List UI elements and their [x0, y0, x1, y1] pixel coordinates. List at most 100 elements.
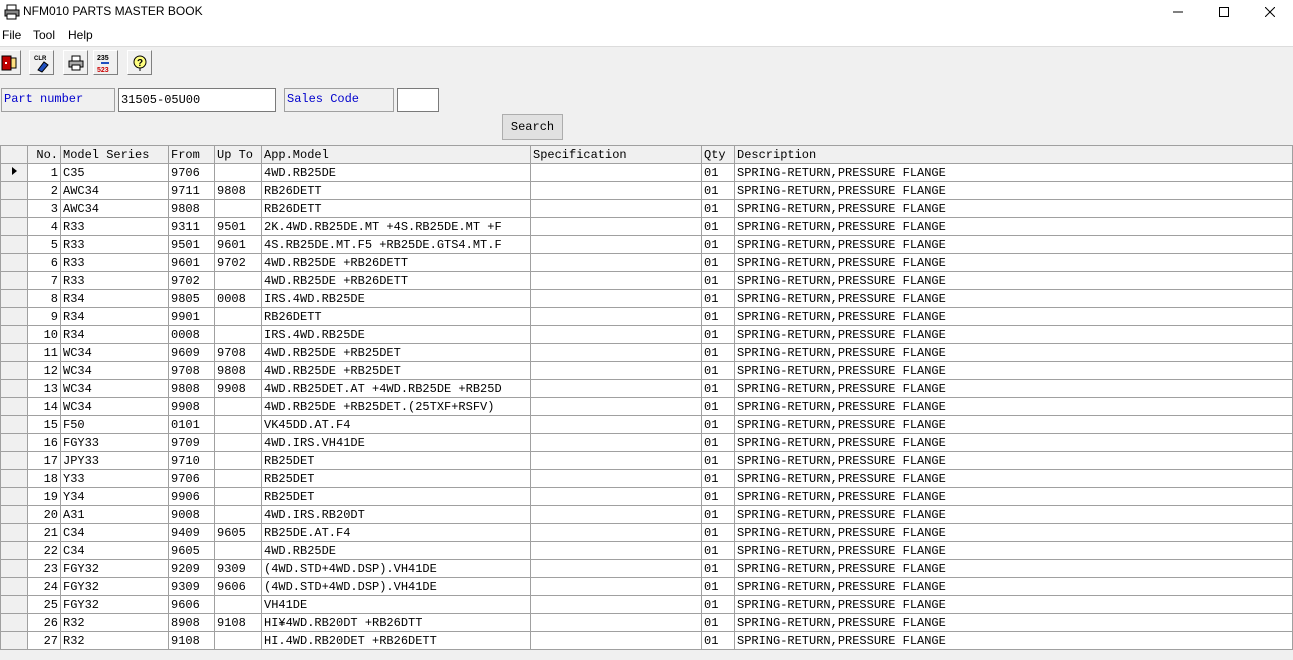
- col-from-cell[interactable]: 9309: [168, 577, 215, 596]
- col-qty-cell[interactable]: 01: [701, 451, 735, 470]
- col-description-cell[interactable]: SPRING-RETURN,PRESSURE FLANGE: [734, 559, 1293, 578]
- col-specification-cell[interactable]: [530, 343, 702, 362]
- col-from-cell[interactable]: 9706: [168, 469, 215, 488]
- col-up-to-cell[interactable]: 9908: [214, 379, 262, 398]
- clear-button[interactable]: CLR: [29, 50, 54, 75]
- col-specification-cell[interactable]: [530, 469, 702, 488]
- col-app-model-cell[interactable]: 4WD.RB25DE +RB25DET: [261, 343, 531, 362]
- col-description-cell[interactable]: SPRING-RETURN,PRESSURE FLANGE: [734, 613, 1293, 632]
- col-description-cell[interactable]: SPRING-RETURN,PRESSURE FLANGE: [734, 487, 1293, 506]
- col-specification-cell[interactable]: [530, 559, 702, 578]
- table-row[interactable]: 23 FGY32 9209 9309 (4WD.STD+4WD.DSP).VH41DE 0…: [0, 559, 1293, 578]
- col-app-model-cell[interactable]: RB26DETT: [261, 199, 531, 218]
- col-description-cell[interactable]: SPRING-RETURN,PRESSURE FLANGE: [734, 379, 1293, 398]
- col-up-to-cell[interactable]: [214, 163, 262, 182]
- col-no-cell[interactable]: 11: [27, 343, 61, 362]
- col-specification-cell[interactable]: [530, 523, 702, 542]
- col-specification-cell[interactable]: [530, 271, 702, 290]
- col-description-cell[interactable]: SPRING-RETURN,PRESSURE FLANGE: [734, 307, 1293, 326]
- col-from-cell[interactable]: 9711: [168, 181, 215, 200]
- col-from-cell[interactable]: 9808: [168, 199, 215, 218]
- col-description-cell[interactable]: SPRING-RETURN,PRESSURE FLANGE: [734, 595, 1293, 614]
- col-description-cell[interactable]: SPRING-RETURN,PRESSURE FLANGE: [734, 253, 1293, 272]
- col-from-cell[interactable]: 9706: [168, 163, 215, 182]
- table-row[interactable]: 6 R33 9601 9702 4WD.RB25DE +RB26DETT 01 SPRING…: [0, 253, 1293, 272]
- col-description-cell[interactable]: SPRING-RETURN,PRESSURE FLANGE: [734, 289, 1293, 308]
- col-qty-cell[interactable]: 01: [701, 469, 735, 488]
- col-app-model-cell[interactable]: 4S.RB25DE.MT.F5 +RB25DE.GTS4.MT.F: [261, 235, 531, 254]
- col-no-cell[interactable]: 26: [27, 613, 61, 632]
- col-up-to-cell[interactable]: 9708: [214, 343, 262, 362]
- row-selector[interactable]: [0, 613, 28, 632]
- row-selector[interactable]: [0, 217, 28, 236]
- col-specification-cell[interactable]: [530, 307, 702, 326]
- col-specification-cell[interactable]: [530, 397, 702, 416]
- col-qty-cell[interactable]: 01: [701, 577, 735, 596]
- col-no-cell[interactable]: 12: [27, 361, 61, 380]
- col-description-cell[interactable]: SPRING-RETURN,PRESSURE FLANGE: [734, 325, 1293, 344]
- col-model-series-cell[interactable]: FGY32: [60, 577, 169, 596]
- col-specification-cell[interactable]: [530, 235, 702, 254]
- row-selector[interactable]: [0, 163, 28, 182]
- col-app-model-cell[interactable]: RB26DETT: [261, 181, 531, 200]
- row-selector[interactable]: [0, 271, 28, 290]
- col-app-model-cell[interactable]: 4WD.RB25DE +RB25DET.(25TXF+RSFV): [261, 397, 531, 416]
- col-model-series-header[interactable]: Model Series: [60, 145, 169, 164]
- col-specification-cell[interactable]: [530, 613, 702, 632]
- exit-button[interactable]: [0, 50, 21, 75]
- col-from-cell[interactable]: 9708: [168, 361, 215, 380]
- col-from-cell[interactable]: 9906: [168, 487, 215, 506]
- col-from-cell[interactable]: 9209: [168, 559, 215, 578]
- col-model-series-cell[interactable]: R33: [60, 217, 169, 236]
- col-app-model-cell[interactable]: HI.4WD.RB20DET +RB26DETT: [261, 631, 531, 650]
- col-qty-cell[interactable]: 01: [701, 487, 735, 506]
- col-from-cell[interactable]: 9710: [168, 451, 215, 470]
- col-up-to-cell[interactable]: [214, 433, 262, 452]
- col-description-cell[interactable]: SPRING-RETURN,PRESSURE FLANGE: [734, 199, 1293, 218]
- col-description-cell[interactable]: SPRING-RETURN,PRESSURE FLANGE: [734, 541, 1293, 560]
- col-specification-cell[interactable]: [530, 181, 702, 200]
- col-specification-cell[interactable]: [530, 379, 702, 398]
- col-app-model-cell[interactable]: RB25DET: [261, 469, 531, 488]
- col-app-model-cell[interactable]: VH41DE: [261, 595, 531, 614]
- col-model-series-cell[interactable]: R33: [60, 235, 169, 254]
- col-model-series-cell[interactable]: WC34: [60, 343, 169, 362]
- col-description-cell[interactable]: SPRING-RETURN,PRESSURE FLANGE: [734, 163, 1293, 182]
- col-no-cell[interactable]: 20: [27, 505, 61, 524]
- col-qty-cell[interactable]: 01: [701, 289, 735, 308]
- table-row[interactable]: 18 Y33 9706 RB25DET 01 SPRING-RETURN,PRESSURE…: [0, 469, 1293, 488]
- col-app-model-cell[interactable]: 4WD.RB25DET.AT +4WD.RB25DE +RB25D: [261, 379, 531, 398]
- col-from-cell[interactable]: 0008: [168, 325, 215, 344]
- col-qty-cell[interactable]: 01: [701, 325, 735, 344]
- col-specification-cell[interactable]: [530, 199, 702, 218]
- col-specification-cell[interactable]: [530, 577, 702, 596]
- table-row[interactable]: 4 R33 9311 9501 2K.4WD.RB25DE.MT +4S.RB25DE.…: [0, 217, 1293, 236]
- print-button[interactable]: [63, 50, 88, 75]
- col-app-model-cell[interactable]: 4WD.RB25DE +RB25DET: [261, 361, 531, 380]
- col-specification-cell[interactable]: [530, 541, 702, 560]
- col-app-model-cell[interactable]: (4WD.STD+4WD.DSP).VH41DE: [261, 559, 531, 578]
- col-from-cell[interactable]: 9501: [168, 235, 215, 254]
- row-selector[interactable]: [0, 325, 28, 344]
- part-number-input[interactable]: 31505-05U00: [118, 88, 276, 112]
- maximize-button[interactable]: [1201, 0, 1247, 24]
- col-specification-cell[interactable]: [530, 631, 702, 650]
- col-description-cell[interactable]: SPRING-RETURN,PRESSURE FLANGE: [734, 181, 1293, 200]
- col-up-to-cell[interactable]: 9309: [214, 559, 262, 578]
- col-up-to-cell[interactable]: [214, 595, 262, 614]
- row-selector[interactable]: [0, 343, 28, 362]
- table-row[interactable]: 11 WC34 9609 9708 4WD.RB25DE +RB25DET 01 SPRIN…: [0, 343, 1293, 362]
- col-up-to-cell[interactable]: [214, 397, 262, 416]
- col-no-cell[interactable]: 16: [27, 433, 61, 452]
- col-qty-cell[interactable]: 01: [701, 379, 735, 398]
- col-model-series-cell[interactable]: WC34: [60, 361, 169, 380]
- table-row[interactable]: 27 R32 9108 HI.4WD.RB20DET +RB26DETT 01 SPRIN…: [0, 631, 1293, 650]
- col-description-cell[interactable]: SPRING-RETURN,PRESSURE FLANGE: [734, 505, 1293, 524]
- row-selector[interactable]: [0, 397, 28, 416]
- table-row[interactable]: 22 C34 9605 4WD.RB25DE 01 SPRING-RETURN,PRESS…: [0, 541, 1293, 560]
- col-up-to-cell[interactable]: 9808: [214, 361, 262, 380]
- menu-file[interactable]: File: [2, 28, 21, 42]
- col-app-model-cell[interactable]: VK45DD.AT.F4: [261, 415, 531, 434]
- col-from-cell[interactable]: 9709: [168, 433, 215, 452]
- col-qty-cell[interactable]: 01: [701, 433, 735, 452]
